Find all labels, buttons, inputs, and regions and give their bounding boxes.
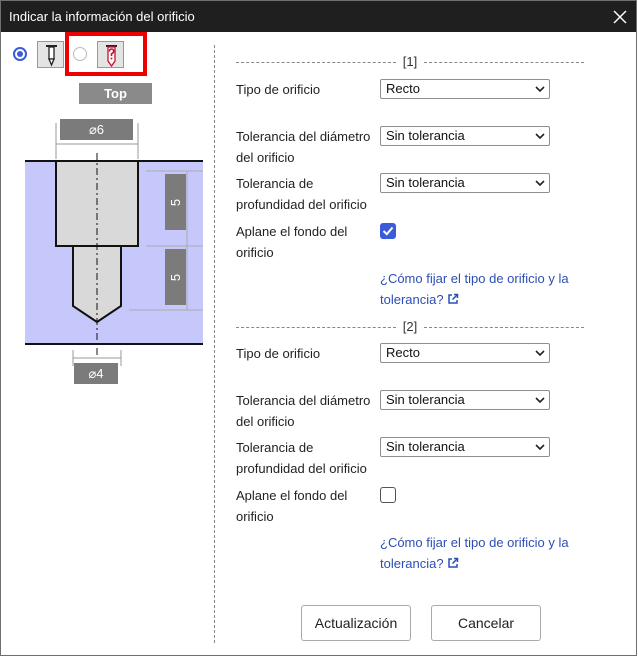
diameter-tolerance-select-2[interactable]: Sin tolerancia bbox=[380, 390, 550, 410]
depth-tolerance-select-2[interactable]: Sin tolerancia bbox=[380, 437, 550, 457]
external-link-icon bbox=[447, 557, 458, 568]
title-bar: Indicar la información del orificio bbox=[1, 1, 636, 32]
help-link-1[interactable]: ¿Cómo fijar el tipo de orificio y la tol… bbox=[380, 268, 590, 310]
hole-type-select-2[interactable]: Recto bbox=[380, 343, 550, 363]
chevron-down-icon bbox=[535, 133, 545, 140]
chevron-down-icon bbox=[535, 350, 545, 357]
diameter-tolerance-label-2-line2: del orificio bbox=[236, 414, 295, 429]
dim-diameter-top: ⌀6 bbox=[60, 119, 133, 140]
diameter-tolerance-label-2-line1: Tolerancia del diámetro bbox=[236, 393, 371, 408]
help-link-2-line2: tolerancia? bbox=[380, 556, 444, 571]
close-button[interactable] bbox=[610, 7, 630, 27]
checkmark-icon bbox=[382, 226, 394, 236]
diameter-tolerance-select-1[interactable]: Sin tolerancia bbox=[380, 126, 550, 146]
diameter-tolerance-label-2: Tolerancia del diámetro del orificio bbox=[236, 390, 376, 432]
diameter-tolerance-value-2: Sin tolerancia bbox=[386, 392, 465, 407]
external-link-icon bbox=[447, 293, 458, 304]
chevron-down-icon bbox=[535, 86, 545, 93]
dialog-title: Indicar la información del orificio bbox=[9, 9, 195, 24]
depth-tolerance-label-1-line2: profundidad del orificio bbox=[236, 197, 367, 212]
flat-bottom-label-1: Aplane el fondo del orificio bbox=[236, 221, 376, 263]
hole-type-label-2: Tipo de orificio bbox=[236, 346, 321, 361]
flat-bottom-checkbox-1[interactable] bbox=[380, 223, 396, 239]
chevron-down-icon bbox=[535, 444, 545, 451]
view-label: Top bbox=[79, 83, 152, 104]
dim-diameter-bottom: ⌀4 bbox=[74, 363, 118, 384]
depth-tolerance-label-1-line1: Tolerancia de bbox=[236, 176, 314, 191]
depth-tolerance-value-1: Sin tolerancia bbox=[386, 175, 465, 190]
depth-tolerance-label-2: Tolerancia de profundidad del orificio bbox=[236, 437, 376, 479]
depth-tolerance-value-2: Sin tolerancia bbox=[386, 439, 465, 454]
selection-highlight bbox=[65, 32, 147, 76]
flat-bottom-label-1-line1: Aplane el fondo del bbox=[236, 224, 348, 239]
section-index-2: [2] bbox=[399, 319, 421, 334]
dim-depth-upper: 5 bbox=[165, 174, 186, 230]
drill-tip-icon bbox=[46, 45, 57, 67]
radio-standard-hole[interactable] bbox=[13, 47, 27, 61]
depth-tolerance-label-2-line1: Tolerancia de bbox=[236, 440, 314, 455]
help-link-2[interactable]: ¿Cómo fijar el tipo de orificio y la tol… bbox=[380, 532, 590, 574]
diameter-tolerance-label-1: Tolerancia del diámetro del orificio bbox=[236, 126, 376, 168]
depth-tolerance-select-1[interactable]: Sin tolerancia bbox=[380, 173, 550, 193]
flat-bottom-label-2-line1: Aplane el fondo del bbox=[236, 488, 348, 503]
section-divider-2: [2] bbox=[236, 319, 584, 334]
flat-bottom-checkbox-2[interactable] bbox=[380, 487, 396, 503]
help-link-1-line1: ¿Cómo fijar el tipo de orificio y la bbox=[380, 271, 569, 286]
hole-type-label-1: Tipo de orificio bbox=[236, 82, 321, 97]
section-divider-1: [1] bbox=[236, 54, 584, 69]
dim-depth-lower-value: 5 bbox=[167, 273, 183, 281]
hole-type-value-1: Recto bbox=[386, 81, 420, 96]
chevron-down-icon bbox=[535, 397, 545, 404]
section-index-1: [1] bbox=[399, 54, 421, 69]
depth-tolerance-label-2-line2: profundidad del orificio bbox=[236, 461, 367, 476]
chevron-down-icon bbox=[535, 180, 545, 187]
dim-depth-upper-value: 5 bbox=[167, 198, 183, 206]
hole-type-value-2: Recto bbox=[386, 345, 420, 360]
hole-type-select-1[interactable]: Recto bbox=[380, 79, 550, 99]
pane-separator bbox=[214, 45, 215, 643]
help-link-1-line2: tolerancia? bbox=[380, 292, 444, 307]
hole-info-dialog: Indicar la información del orificio Top bbox=[0, 0, 637, 656]
close-icon bbox=[613, 10, 627, 24]
standard-hole-button[interactable] bbox=[37, 41, 64, 68]
help-link-2-line1: ¿Cómo fijar el tipo de orificio y la bbox=[380, 535, 569, 550]
cancel-button[interactable]: Cancelar bbox=[431, 605, 541, 641]
update-button[interactable]: Actualización bbox=[301, 605, 411, 641]
dim-depth-lower: 5 bbox=[165, 249, 186, 305]
depth-tolerance-label-1: Tolerancia de profundidad del orificio bbox=[236, 173, 376, 215]
diameter-tolerance-label-1-line1: Tolerancia del diámetro bbox=[236, 129, 371, 144]
flat-bottom-label-1-line2: orificio bbox=[236, 245, 274, 260]
diameter-tolerance-label-1-line2: del orificio bbox=[236, 150, 295, 165]
diameter-tolerance-value-1: Sin tolerancia bbox=[386, 128, 465, 143]
flat-bottom-label-2: Aplane el fondo del orificio bbox=[236, 485, 376, 527]
flat-bottom-label-2-line2: orificio bbox=[236, 509, 274, 524]
